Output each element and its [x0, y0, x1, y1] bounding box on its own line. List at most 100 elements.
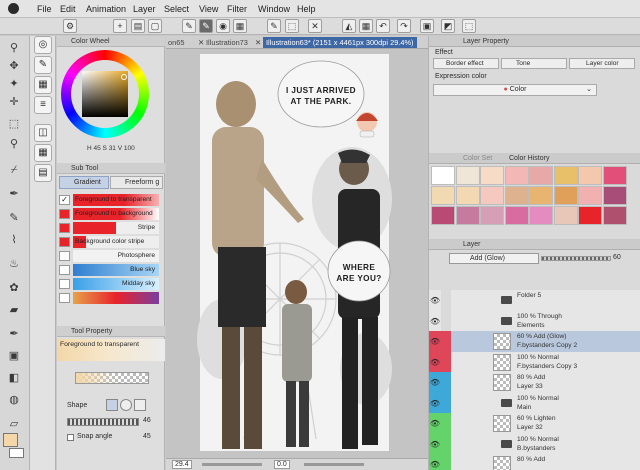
color-swatch[interactable] — [602, 186, 627, 205]
color-swatch[interactable] — [455, 166, 480, 185]
zoom-value[interactable]: 29.4 — [172, 460, 192, 469]
airbrush-icon[interactable]: ♨ — [4, 256, 24, 272]
layer-row[interactable]: 👁 100 % Through Elements — [429, 310, 640, 333]
eye-icon[interactable]: 👁 — [429, 413, 441, 434]
save-icon[interactable]: ▤ — [131, 19, 145, 33]
tab-color-history[interactable]: Color History — [509, 153, 549, 164]
layer-icon[interactable]: ▦ — [233, 19, 247, 33]
expression-color-select[interactable]: ● Color ⌄ — [433, 84, 597, 96]
pen-tool-icon[interactable]: ✒ — [4, 186, 24, 202]
menu-tool-icon[interactable]: ⚙ — [63, 19, 77, 33]
layer-row[interactable]: 👁 100 % Normal F.bystanders Copy 3 — [429, 351, 640, 374]
gradient-item-3[interactable]: Background color stripe — [59, 236, 159, 248]
menu-file[interactable]: File — [37, 4, 52, 14]
color-swatch[interactable] — [504, 166, 529, 185]
brush-tool-icon[interactable]: ⌇ — [4, 232, 24, 248]
color-swatch[interactable] — [431, 206, 455, 225]
selection-tool-icon[interactable]: ⬚ — [4, 116, 24, 132]
open-icon[interactable]: ▢ — [148, 19, 162, 33]
rotate-slider[interactable] — [304, 463, 364, 466]
transform-tool-icon[interactable]: ✛ — [4, 94, 24, 110]
brush-icon[interactable]: ✎ — [182, 19, 196, 33]
close-icon[interactable]: ✕ — [308, 19, 322, 33]
eyedropper-icon[interactable]: ⌿ — [4, 162, 24, 178]
redo-icon[interactable]: ↷ — [397, 19, 411, 33]
eye-icon[interactable]: 👁 — [429, 331, 441, 352]
fill-tool-icon[interactable]: ▣ — [4, 348, 24, 364]
layer-row[interactable]: 👁 100 % Normal Main — [429, 392, 640, 415]
fill-icon[interactable]: ◩ — [441, 19, 455, 33]
pen-active-icon[interactable]: ✎ — [199, 19, 213, 33]
eye-icon[interactable]: 👁 — [429, 290, 441, 311]
blend-icon[interactable]: ✒ — [4, 326, 24, 342]
figure-tool-icon[interactable]: ◍ — [4, 392, 24, 408]
auto-select-icon[interactable]: ⚲ — [4, 136, 24, 152]
pencil-tool-icon[interactable]: ✎ — [4, 210, 24, 226]
color-swatch[interactable] — [602, 206, 627, 225]
menu-window[interactable]: Window — [258, 4, 290, 14]
blend-mode-select[interactable]: Add (Glow) — [449, 253, 539, 264]
menu-edit[interactable]: Edit — [60, 4, 76, 14]
shape-circle-button[interactable] — [120, 399, 132, 411]
new-canvas-icon[interactable]: + — [113, 19, 127, 33]
color-swatch[interactable] — [553, 186, 578, 205]
opacity-slider[interactable] — [541, 256, 611, 261]
subtool-pen-icon[interactable]: ✎ — [34, 56, 52, 74]
canvas-area[interactable]: I JUST ARRIVED AT THE PARK. WHERE ARE YO… — [166, 49, 428, 458]
border-effect-button[interactable]: Border effect — [433, 58, 499, 69]
gradient-item-2[interactable]: Stripe — [59, 222, 159, 234]
layer-row[interactable]: 👁 60 % Add (Glow) F.bystanders Copy 2 — [429, 331, 640, 353]
value-1[interactable]: 46 — [143, 417, 151, 424]
tab-close-icon[interactable]: ✕ — [198, 37, 204, 48]
eraser-icon[interactable]: ▰ — [4, 302, 24, 318]
shape-ellipse-button[interactable] — [134, 399, 146, 411]
color-icon[interactable]: ◉ — [216, 19, 230, 33]
layer-color-button[interactable]: Layer color — [569, 58, 635, 69]
color-swatch[interactable] — [455, 186, 480, 205]
angle-value[interactable]: 0.0 — [274, 460, 290, 469]
tab-gradient[interactable]: Gradient — [59, 176, 109, 189]
gradient-item-7[interactable] — [59, 292, 159, 304]
color-swatch[interactable] — [455, 206, 480, 225]
tone-button[interactable]: Tone — [501, 58, 567, 69]
gradient-item-0[interactable]: ✓ Foreground to transparent — [59, 194, 159, 206]
subtool-layers-icon[interactable]: ▦ — [34, 76, 52, 94]
gradient-item-5[interactable]: Blue sky — [59, 264, 159, 276]
eye-icon[interactable]: 👁 — [429, 433, 441, 455]
color-swatch[interactable] — [602, 166, 627, 185]
gradient-item-4[interactable]: Photosphere — [59, 250, 159, 262]
color-swatch[interactable] — [529, 166, 553, 185]
snap-checkbox[interactable] — [67, 434, 74, 441]
menu-select[interactable]: Select — [164, 4, 189, 14]
export-icon[interactable]: ⬚ — [285, 19, 299, 33]
color-swatch[interactable] — [504, 186, 529, 205]
clear-icon[interactable]: ▣ — [420, 19, 434, 33]
tab-close-icon[interactable]: ✕ — [255, 37, 261, 48]
transform-icon[interactable]: ✎ — [267, 19, 281, 33]
tab-freeform[interactable]: Freeform g — [110, 176, 163, 189]
main-color-swatch[interactable] — [3, 433, 18, 447]
comic-canvas[interactable]: I JUST ARRIVED AT THE PARK. WHERE ARE YO… — [166, 49, 428, 458]
eye-icon[interactable]: 👁 — [429, 351, 441, 373]
layer-row[interactable]: 👁 100 % Normal B.bystanders — [429, 433, 640, 456]
subtool-history-icon[interactable]: ▤ — [34, 164, 52, 182]
color-swatch[interactable] — [578, 186, 602, 205]
tab-doc-1[interactable]: on65 — [168, 37, 184, 48]
color-swatch[interactable] — [504, 206, 529, 225]
color-swatch[interactable] — [480, 186, 504, 205]
color-swatch[interactable] — [578, 206, 602, 225]
layer-row[interactable]: 👁 Folder 5 — [429, 290, 640, 312]
ruler-icon[interactable]: ◭ — [342, 19, 356, 33]
menu-view[interactable]: View — [199, 4, 218, 14]
gradient-item-6[interactable]: Midday sky — [59, 278, 159, 290]
menu-layer[interactable]: Layer — [133, 4, 156, 14]
eye-icon[interactable]: 👁 — [429, 454, 441, 470]
sub-color-swatch[interactable] — [9, 448, 24, 458]
layer-row[interactable]: 👁 60 % Lighten Layer 32 — [429, 413, 640, 435]
color-swatch[interactable] — [553, 166, 578, 185]
layer-row[interactable]: 👁 80 % Add — [429, 454, 640, 470]
opacity-value[interactable]: 60 — [613, 254, 621, 261]
menu-animation[interactable]: Animation — [86, 4, 126, 14]
tab-color-set[interactable]: Color Set — [463, 153, 492, 164]
eye-icon[interactable]: 👁 — [429, 392, 441, 414]
